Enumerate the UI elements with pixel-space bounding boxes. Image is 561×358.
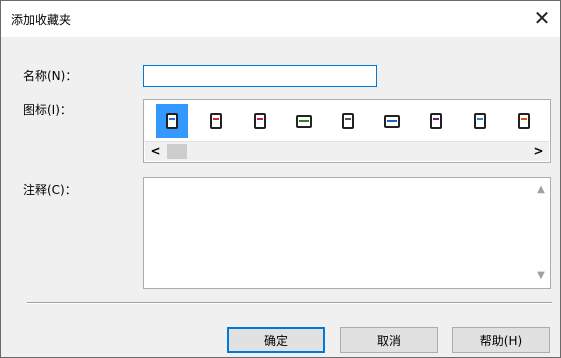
icon-accent: [477, 118, 483, 120]
book-orange-icon[interactable]: [508, 104, 540, 138]
scroll-down-icon[interactable]: ▼: [535, 270, 547, 282]
icon-glyph: [430, 113, 442, 129]
comment-label: 注释(C)：: [23, 183, 77, 197]
icon-glyph: [342, 113, 354, 129]
ok-button[interactable]: 确定: [227, 327, 325, 353]
icon-glyph: [210, 113, 222, 129]
icon-label: 图标(I)：: [23, 103, 72, 117]
photo-book-icon[interactable]: [464, 104, 496, 138]
dialog-body: 名称(N)： 图标(I)： < > 注释(C)： ▲ ▼ 确定 取消 帮助(H): [1, 37, 560, 357]
icon-glyph: [518, 113, 530, 129]
book-blue-icon[interactable]: [156, 104, 188, 138]
icon-accent: [521, 118, 527, 120]
book-red-icon[interactable]: [200, 104, 232, 138]
scroll-left-icon[interactable]: <: [147, 142, 164, 161]
icon-accent: [433, 118, 439, 120]
icon-accent: [213, 118, 219, 120]
icon-glyph: [254, 113, 266, 129]
icon-accent: [387, 119, 397, 122]
close-icon[interactable]: ✕: [532, 7, 552, 29]
cancel-button[interactable]: 取消: [340, 327, 438, 353]
picture-icon[interactable]: [288, 104, 320, 138]
book-slash-icon[interactable]: [244, 104, 276, 138]
add-favorite-dialog: 添加收藏夹 ✕ 名称(N)： 图标(I)： < > 注释(C)： ▲ ▼ 确定 …: [0, 0, 561, 358]
dialog-title: 添加收藏夹: [11, 13, 72, 27]
scroll-right-icon[interactable]: >: [530, 142, 547, 161]
horizontal-scrollbar[interactable]: < >: [145, 141, 549, 161]
icon-list[interactable]: < >: [143, 99, 551, 163]
comment-textarea[interactable]: ▲ ▼: [143, 177, 551, 289]
icon-accent: [257, 118, 263, 120]
help-button[interactable]: 帮助(H): [452, 327, 550, 353]
icon-accent: [345, 118, 351, 120]
name-input[interactable]: [143, 65, 377, 87]
name-label: 名称(N)：: [23, 69, 78, 83]
icon-accent: [169, 118, 175, 120]
scroll-up-icon[interactable]: ▲: [535, 184, 547, 196]
separator: [27, 302, 552, 304]
icon-glyph: [296, 114, 312, 128]
book-pen-icon[interactable]: [420, 104, 452, 138]
scroll-thumb[interactable]: [167, 144, 187, 159]
icon-glyph: [166, 113, 178, 129]
icon-glyph: [384, 114, 400, 128]
title-bar: 添加收藏夹 ✕: [1, 1, 560, 37]
open-book-icon[interactable]: [376, 104, 408, 138]
book-plain-icon[interactable]: [332, 104, 364, 138]
icon-accent: [299, 119, 309, 122]
icon-glyph: [474, 113, 486, 129]
